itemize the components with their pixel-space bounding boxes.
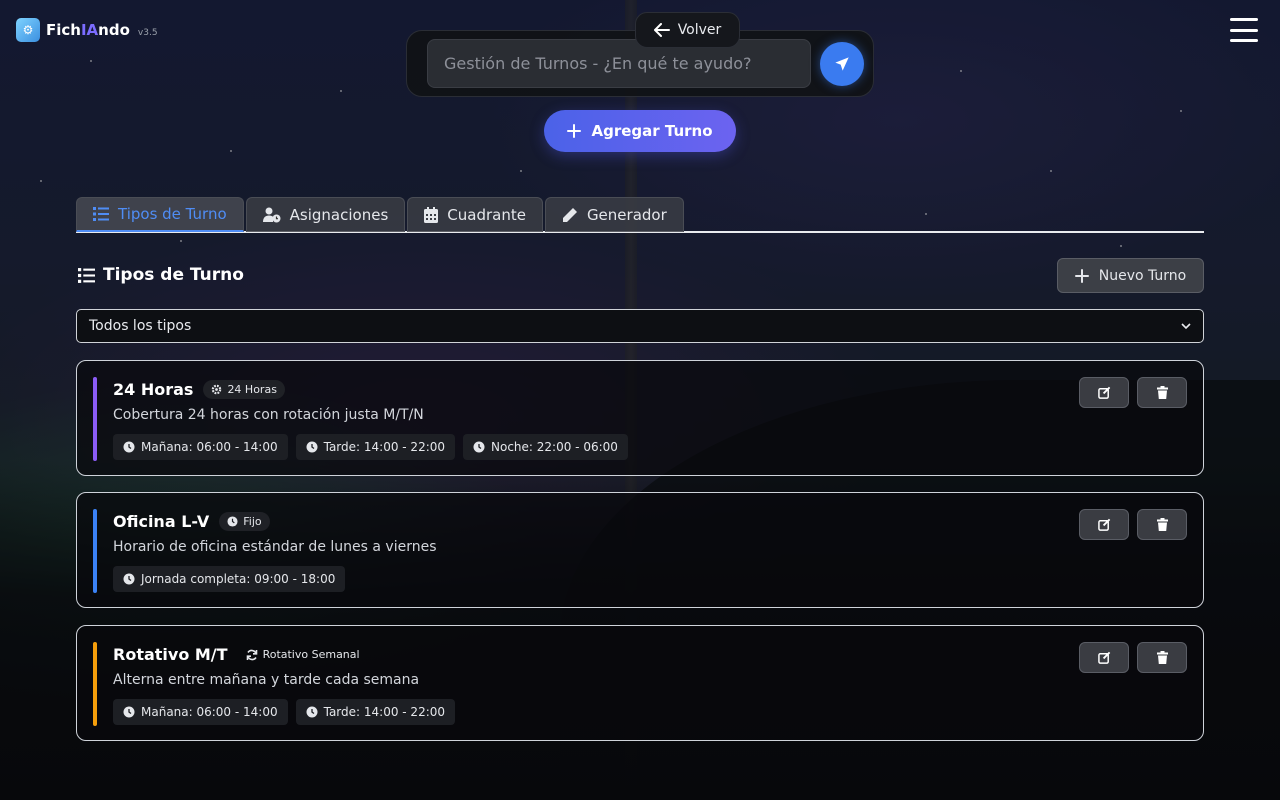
logo-text: FichIAndo [46,21,130,39]
shift-chip: Noche: 22:00 - 06:00 [463,434,628,460]
delete-button[interactable] [1137,642,1187,673]
list-icon [78,267,95,283]
send-button[interactable] [820,42,864,86]
color-indicator [93,642,97,726]
shift-type-name: 24 Horas [113,380,194,399]
shift-chip: Mañana: 06:00 - 14:00 [113,434,288,460]
shift-chip: Mañana: 06:00 - 14:00 [113,699,288,725]
user-clock-icon [262,207,281,223]
delete-button[interactable] [1137,377,1187,408]
edit-icon [1097,386,1110,399]
shift-chip: Tarde: 14:00 - 22:00 [295,699,456,725]
clock-icon [227,516,238,527]
pencil-icon [562,208,577,222]
shift-type-description: Horario de oficina estándar de lunes a v… [113,539,437,555]
shift-type-badge: Fijo [219,512,270,531]
sync-icon [246,649,257,660]
tab-cuadrante[interactable]: Cuadrante [407,197,543,232]
color-indicator [93,377,97,461]
plus-icon [567,124,582,138]
clock-icon [123,706,135,718]
app-version: v3.5 [137,28,158,38]
type-filter-value: Todos los tipos [89,318,192,334]
shift-type-description: Alterna entre mañana y tarde cada semana [113,672,420,688]
tab-generador[interactable]: Generador [544,197,684,232]
new-shift-button[interactable]: Nuevo Turno [1057,258,1204,293]
shift-type-card: Rotativo M/T Rotativo Semanal Alterna en… [76,625,1204,741]
shift-list: Mañana: 06:00 - 14:00 Tarde: 14:00 - 22:… [113,699,456,725]
logo-icon: ⚙ [16,18,40,42]
clock-icon [306,706,318,718]
shift-type-name: Oficina L-V [113,512,210,531]
edit-button[interactable] [1079,642,1129,673]
section-title-text: Tipos de Turno [103,265,244,285]
shift-type-badge: 24 Horas [203,380,285,399]
shift-chip: Tarde: 14:00 - 22:00 [295,434,456,460]
shift-type-badge: Rotativo Semanal [238,645,368,664]
arrow-left-icon [653,23,670,37]
add-shift-label: Agregar Turno [591,122,713,140]
back-label: Volver [677,22,722,38]
edit-icon [1097,651,1110,664]
edit-button[interactable] [1079,509,1129,540]
tab-tipos-de-turno[interactable]: Tipos de Turno [76,197,244,232]
trash-icon [1156,386,1168,399]
trash-icon [1156,651,1168,664]
send-icon [835,57,849,71]
tab-label: Asignaciones [289,206,389,224]
shift-type-name: Rotativo M/T [113,645,228,664]
tab-asignaciones[interactable]: Asignaciones [245,197,406,232]
shift-chip: Jornada completa: 09:00 - 18:00 [113,566,346,592]
chevron-down-icon [1181,322,1191,329]
shift-list: Mañana: 06:00 - 14:00 Tarde: 14:00 - 22:… [113,434,628,460]
back-button[interactable]: Volver [635,12,740,48]
color-indicator [93,509,97,593]
hamburger-icon [1230,18,1258,21]
tab-label: Cuadrante [447,206,526,224]
shift-list: Jornada completa: 09:00 - 18:00 [113,566,346,592]
edit-button[interactable] [1079,377,1129,408]
delete-button[interactable] [1137,509,1187,540]
shift-type-card: 24 Horas 24 Horas Cobertura 24 horas con… [76,360,1204,476]
edit-icon [1097,518,1110,531]
gear-icon [212,384,222,395]
shift-type-description: Cobertura 24 horas con rotación justa M/… [113,407,424,423]
section-title: Tipos de Turno [78,265,244,285]
tab-bar: Tipos de Turno Asignaciones Cuadrante Ge… [76,197,1204,233]
menu-button[interactable] [1230,18,1258,42]
new-shift-label: Nuevo Turno [1098,267,1187,284]
app-logo[interactable]: ⚙ FichIAndo v3.5 [16,18,158,42]
clock-icon [306,441,318,453]
assistant-input[interactable] [427,39,811,88]
list-icon [93,207,109,221]
plus-icon [1074,268,1089,283]
trash-icon [1156,518,1168,531]
clock-icon [123,573,135,585]
tab-label: Generador [586,206,667,224]
tab-label: Tipos de Turno [118,205,227,223]
type-filter-select[interactable]: Todos los tipos [76,309,1204,343]
add-shift-button[interactable]: Agregar Turno [544,110,736,152]
clock-icon [473,441,485,453]
clock-icon [123,441,135,453]
shift-type-card: Oficina L-V Fijo Horario de oficina está… [76,492,1204,608]
calendar-icon [424,207,439,223]
